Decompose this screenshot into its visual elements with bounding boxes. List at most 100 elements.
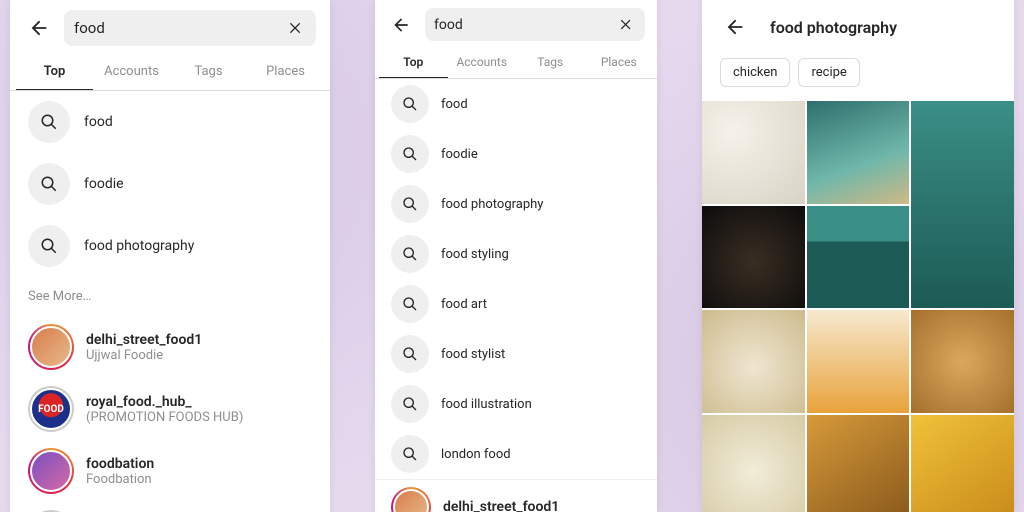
search-icon xyxy=(391,185,429,223)
suggestion-label: food illustration xyxy=(441,397,532,412)
suggestion-row[interactable]: food illustration xyxy=(375,379,657,429)
close-icon xyxy=(619,17,634,32)
page-title: food photography xyxy=(770,18,897,37)
arrow-left-icon xyxy=(28,17,50,39)
grid-tile[interactable] xyxy=(911,415,1014,512)
account-row[interactable]: FOOD royal_food._hub_ (PROMOTION FOODS H… xyxy=(10,378,330,440)
grid-tile[interactable] xyxy=(911,310,1014,413)
suggestion-row[interactable]: food stylist xyxy=(375,329,657,379)
search-input[interactable]: food xyxy=(425,8,645,41)
suggestion-label: food stylist xyxy=(441,347,505,362)
tab-accounts[interactable]: Accounts xyxy=(93,54,170,90)
filter-chips: chicken recipe xyxy=(702,54,1014,101)
suggestion-label: foodie xyxy=(441,147,478,162)
arrow-left-icon xyxy=(724,16,746,38)
suggestion-label: food styling xyxy=(441,247,509,262)
search-header: food xyxy=(10,0,330,54)
filter-chip[interactable]: recipe xyxy=(798,58,859,87)
account-text: delhi_street_food1 Ujjwal Foodie xyxy=(86,332,202,363)
suggestion-row[interactable]: food photography xyxy=(10,215,330,277)
suggestion-label: food art xyxy=(441,297,487,312)
suggestion-label: food xyxy=(441,97,468,112)
account-row[interactable]: delhi_street_food1 xyxy=(375,479,657,512)
back-button[interactable] xyxy=(24,13,54,43)
search-icon xyxy=(391,435,429,473)
search-screen-top: food Top Accounts Tags Places food foodi… xyxy=(10,0,330,512)
search-icon xyxy=(391,385,429,423)
search-icon xyxy=(28,101,70,143)
account-row[interactable]: food_drinks_2021 Food & Drinks xyxy=(10,502,330,512)
suggestion-label: foodie xyxy=(84,176,124,192)
search-screen-expanded: food Top Accounts Tags Places food foodi… xyxy=(375,0,657,512)
account-row[interactable]: delhi_street_food1 Ujjwal Foodie xyxy=(10,316,330,378)
suggestion-row[interactable]: foodie xyxy=(375,129,657,179)
search-icon xyxy=(28,163,70,205)
tab-places[interactable]: Places xyxy=(247,54,324,90)
suggestion-row[interactable]: food styling xyxy=(375,229,657,279)
account-username: delhi_street_food1 xyxy=(443,499,559,512)
suggestion-row[interactable]: food art xyxy=(375,279,657,329)
clear-search-button[interactable] xyxy=(617,15,636,34)
suggestion-row[interactable]: foodie xyxy=(10,153,330,215)
tab-tags[interactable]: Tags xyxy=(516,47,585,78)
grid-tile[interactable] xyxy=(807,206,910,309)
back-button[interactable] xyxy=(387,11,415,39)
suggestion-row[interactable]: food xyxy=(10,91,330,153)
explore-grid xyxy=(702,101,1014,512)
explore-results-screen: food photography chicken recipe xyxy=(702,0,1014,512)
grid-tile[interactable] xyxy=(807,310,910,413)
tab-top[interactable]: Top xyxy=(379,47,448,78)
avatar xyxy=(391,487,431,512)
suggestion-row[interactable]: food xyxy=(375,79,657,129)
grid-tile[interactable] xyxy=(807,101,910,204)
account-row[interactable]: foodbation Foodbation xyxy=(10,440,330,502)
search-icon xyxy=(391,85,429,123)
grid-tile[interactable] xyxy=(911,101,1014,308)
account-username: delhi_street_food1 xyxy=(86,332,202,348)
account-username: royal_food._hub_ xyxy=(86,394,243,410)
avatar xyxy=(28,448,74,494)
search-header: food xyxy=(375,0,657,47)
grid-tile[interactable] xyxy=(702,101,805,204)
close-icon xyxy=(288,20,304,36)
avatar: FOOD xyxy=(28,386,74,432)
see-more-link[interactable]: See More… xyxy=(10,277,330,316)
grid-tile[interactable] xyxy=(702,415,805,512)
account-text: foodbation Foodbation xyxy=(86,456,154,487)
account-text: royal_food._hub_ (PROMOTION FOODS HUB) xyxy=(86,394,243,425)
tab-places[interactable]: Places xyxy=(585,47,654,78)
tab-top[interactable]: Top xyxy=(16,54,93,90)
arrow-left-icon xyxy=(391,15,411,35)
search-query: food xyxy=(74,19,286,37)
account-text: delhi_street_food1 xyxy=(443,499,559,512)
suggestion-label: food photography xyxy=(441,197,543,212)
suggestion-row[interactable]: food photography xyxy=(375,179,657,229)
suggestion-row[interactable]: london food xyxy=(375,429,657,479)
tab-tags[interactable]: Tags xyxy=(170,54,247,90)
back-button[interactable] xyxy=(720,12,750,42)
results-header: food photography xyxy=(702,0,1014,54)
suggestion-label: food xyxy=(84,114,113,130)
account-fullname: Ujjwal Foodie xyxy=(86,348,202,363)
search-icon xyxy=(391,335,429,373)
search-icon xyxy=(391,135,429,173)
search-tabs: Top Accounts Tags Places xyxy=(375,47,657,79)
clear-search-button[interactable] xyxy=(286,18,306,38)
account-username: foodbation xyxy=(86,456,154,472)
search-icon xyxy=(28,225,70,267)
account-fullname: (PROMOTION FOODS HUB) xyxy=(86,410,243,425)
search-icon xyxy=(391,285,429,323)
search-tabs: Top Accounts Tags Places xyxy=(10,54,330,91)
search-input[interactable]: food xyxy=(64,10,316,46)
grid-tile[interactable] xyxy=(807,415,910,512)
avatar xyxy=(28,324,74,370)
filter-chip[interactable]: chicken xyxy=(720,58,790,87)
search-query: food xyxy=(434,17,617,33)
account-fullname: Foodbation xyxy=(86,472,154,487)
tab-accounts[interactable]: Accounts xyxy=(448,47,517,78)
grid-tile[interactable] xyxy=(702,310,805,413)
grid-tile[interactable] xyxy=(702,206,805,309)
search-icon xyxy=(391,235,429,273)
suggestion-label: food photography xyxy=(84,238,194,254)
suggestion-label: london food xyxy=(441,447,511,462)
